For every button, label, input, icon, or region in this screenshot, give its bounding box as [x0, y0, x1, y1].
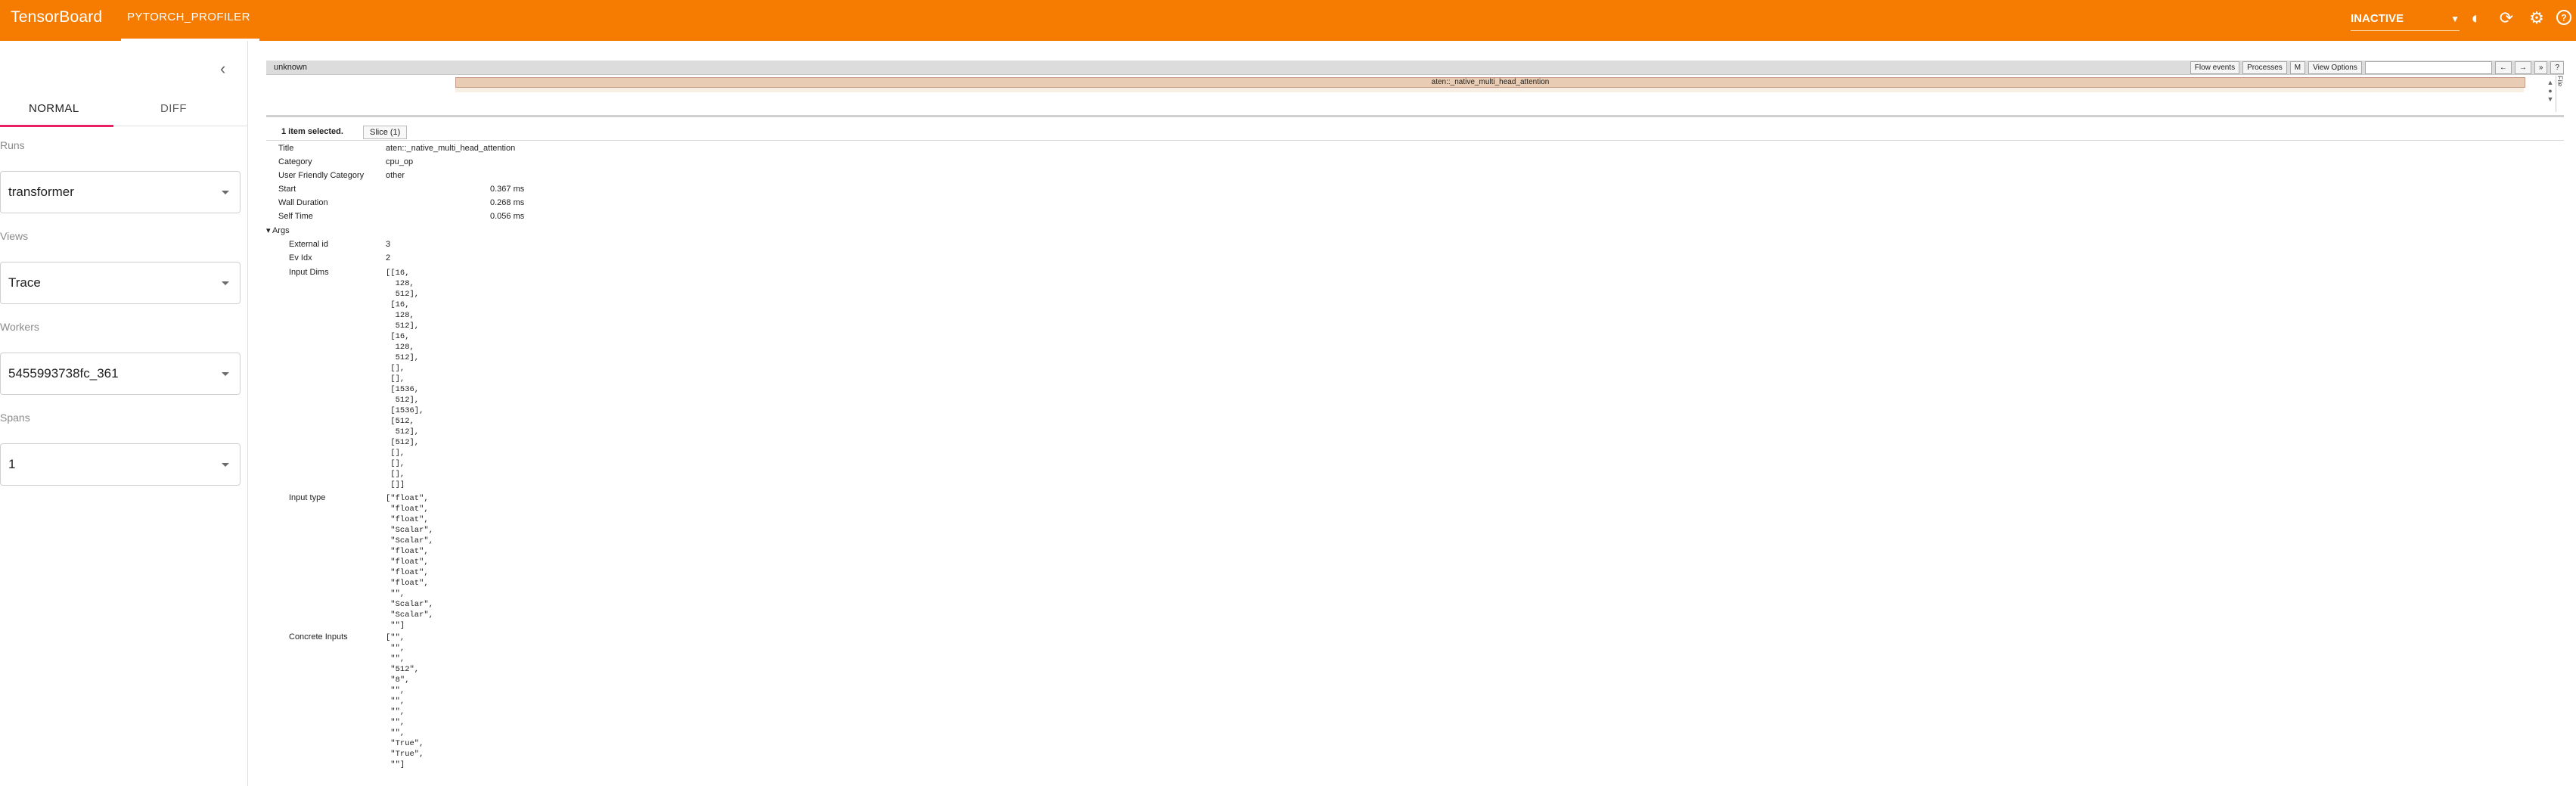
reload-icon[interactable]: ⟳	[2497, 9, 2515, 27]
category-value: cpu_op	[386, 157, 414, 166]
dark-mode-icon[interactable]: ◐	[2467, 9, 2485, 27]
tab-diff[interactable]: DIFF	[160, 92, 187, 126]
start-value: 0.367 ms	[490, 185, 525, 194]
concrete-inputs-value: ["", "", "", "512", "8", "", "", "", "",…	[386, 633, 424, 769]
runs-select[interactable]: transformer	[0, 171, 241, 213]
spans-label: Spans	[0, 412, 30, 424]
ev-idx-label: Ev Idx	[289, 253, 312, 263]
workers-select[interactable]: 5455993738fc_361	[0, 353, 241, 395]
process-label: unknown	[274, 63, 308, 72]
input-type-label: Input type	[289, 493, 326, 502]
dropdown-arrow-icon: ▼	[2450, 14, 2460, 24]
flow-events-button[interactable]: Flow events	[2190, 61, 2240, 74]
ev-idx-value: 2	[386, 253, 391, 263]
dropdown-caret-icon	[222, 463, 229, 467]
spans-select-value: 1	[8, 457, 16, 471]
collapse-panel-button[interactable]: »	[2534, 61, 2548, 74]
metadata-button[interactable]: M	[2289, 61, 2306, 74]
external-id-value: 3	[386, 240, 391, 249]
dropdown-caret-icon	[222, 191, 229, 194]
processes-button[interactable]: Processes	[2242, 61, 2287, 74]
input-dims-label: Input Dims	[289, 268, 329, 277]
dropdown-caret-icon	[222, 281, 229, 285]
collapse-sidebar-chevron-icon[interactable]: ‹	[220, 59, 225, 79]
timeline-header: unknown Flow events Processes M View Opt…	[266, 61, 2564, 75]
help-button[interactable]: ?	[2550, 61, 2564, 74]
plugin-status-value: INACTIVE	[2351, 12, 2404, 25]
active-tab-indicator	[0, 125, 113, 127]
slice-tab[interactable]: Slice (1)	[363, 126, 408, 139]
title-label: Title	[278, 144, 294, 153]
ufc-value: other	[386, 171, 405, 180]
selection-bar: 1 item selected. Slice (1)	[266, 124, 2564, 141]
input-type-value: ["float", "float", "float", "Scalar", "S…	[386, 494, 434, 630]
view-options-button[interactable]: View Options	[2308, 61, 2362, 74]
spans-select[interactable]: 1	[0, 443, 241, 486]
tab-normal[interactable]: NORMAL	[29, 92, 79, 126]
wall-duration-label: Wall Duration	[278, 198, 328, 207]
views-select[interactable]: Trace	[0, 262, 241, 304]
workers-select-value: 5455993738fc_361	[8, 366, 119, 381]
file-side-tab[interactable]: File	[2556, 76, 2564, 112]
panel-divider[interactable]	[266, 115, 2564, 117]
category-label: Category	[278, 157, 312, 166]
ufc-label: User Friendly Category	[278, 171, 365, 180]
title-value[interactable]: aten::_native_multi_head_attention	[386, 144, 515, 153]
views-select-value: Trace	[8, 275, 41, 290]
runs-label: Runs	[0, 139, 25, 151]
mode-tabs: NORMAL DIFF	[0, 92, 247, 126]
trace-viewer: unknown Flow events Processes M View Opt…	[266, 61, 2564, 786]
settings-gear-icon[interactable]: ⚙	[2528, 9, 2546, 27]
self-time-value: 0.056 ms	[490, 212, 525, 221]
app-title: TensorBoard	[11, 8, 103, 26]
selection-summary: 1 item selected.	[281, 127, 343, 136]
search-prev-button[interactable]: ←	[2494, 61, 2512, 74]
self-time-label: Self Time	[278, 212, 313, 221]
workers-label: Workers	[0, 321, 39, 333]
external-id-label: External id	[289, 240, 328, 249]
sidebar: ‹ NORMAL DIFF Runs transformer Views Tra…	[0, 41, 248, 786]
trace-slice[interactable]: aten::_native_multi_head_attention	[455, 77, 2525, 88]
svg-text:?: ?	[2561, 13, 2566, 23]
dropdown-caret-icon	[222, 372, 229, 376]
input-dims-value: [[16, 128, 512], [16, 128, 512], [16, 12…	[386, 269, 424, 489]
plugin-status-select[interactable]: INACTIVE ▼	[2351, 8, 2460, 31]
top-app-bar: TensorBoard PYTORCH_PROFILER INACTIVE ▼ …	[0, 0, 2576, 41]
search-next-button[interactable]: →	[2514, 61, 2531, 74]
args-toggle[interactable]: ▾ Args	[266, 225, 290, 235]
concrete-inputs-label: Concrete Inputs	[289, 632, 348, 642]
start-label: Start	[278, 185, 296, 194]
trace-search-input[interactable]	[2364, 61, 2492, 74]
runs-select-value: transformer	[8, 185, 74, 199]
trace-subtrack	[455, 88, 2524, 92]
wall-duration-value: 0.268 ms	[490, 198, 525, 207]
trace-toolbar: Flow events Processes M View Options ← →…	[2190, 61, 2564, 74]
views-label: Views	[0, 230, 29, 242]
tab-pytorch-profiler[interactable]: PYTORCH_PROFILER	[118, 0, 259, 41]
help-icon[interactable]: ?	[2555, 9, 2573, 27]
